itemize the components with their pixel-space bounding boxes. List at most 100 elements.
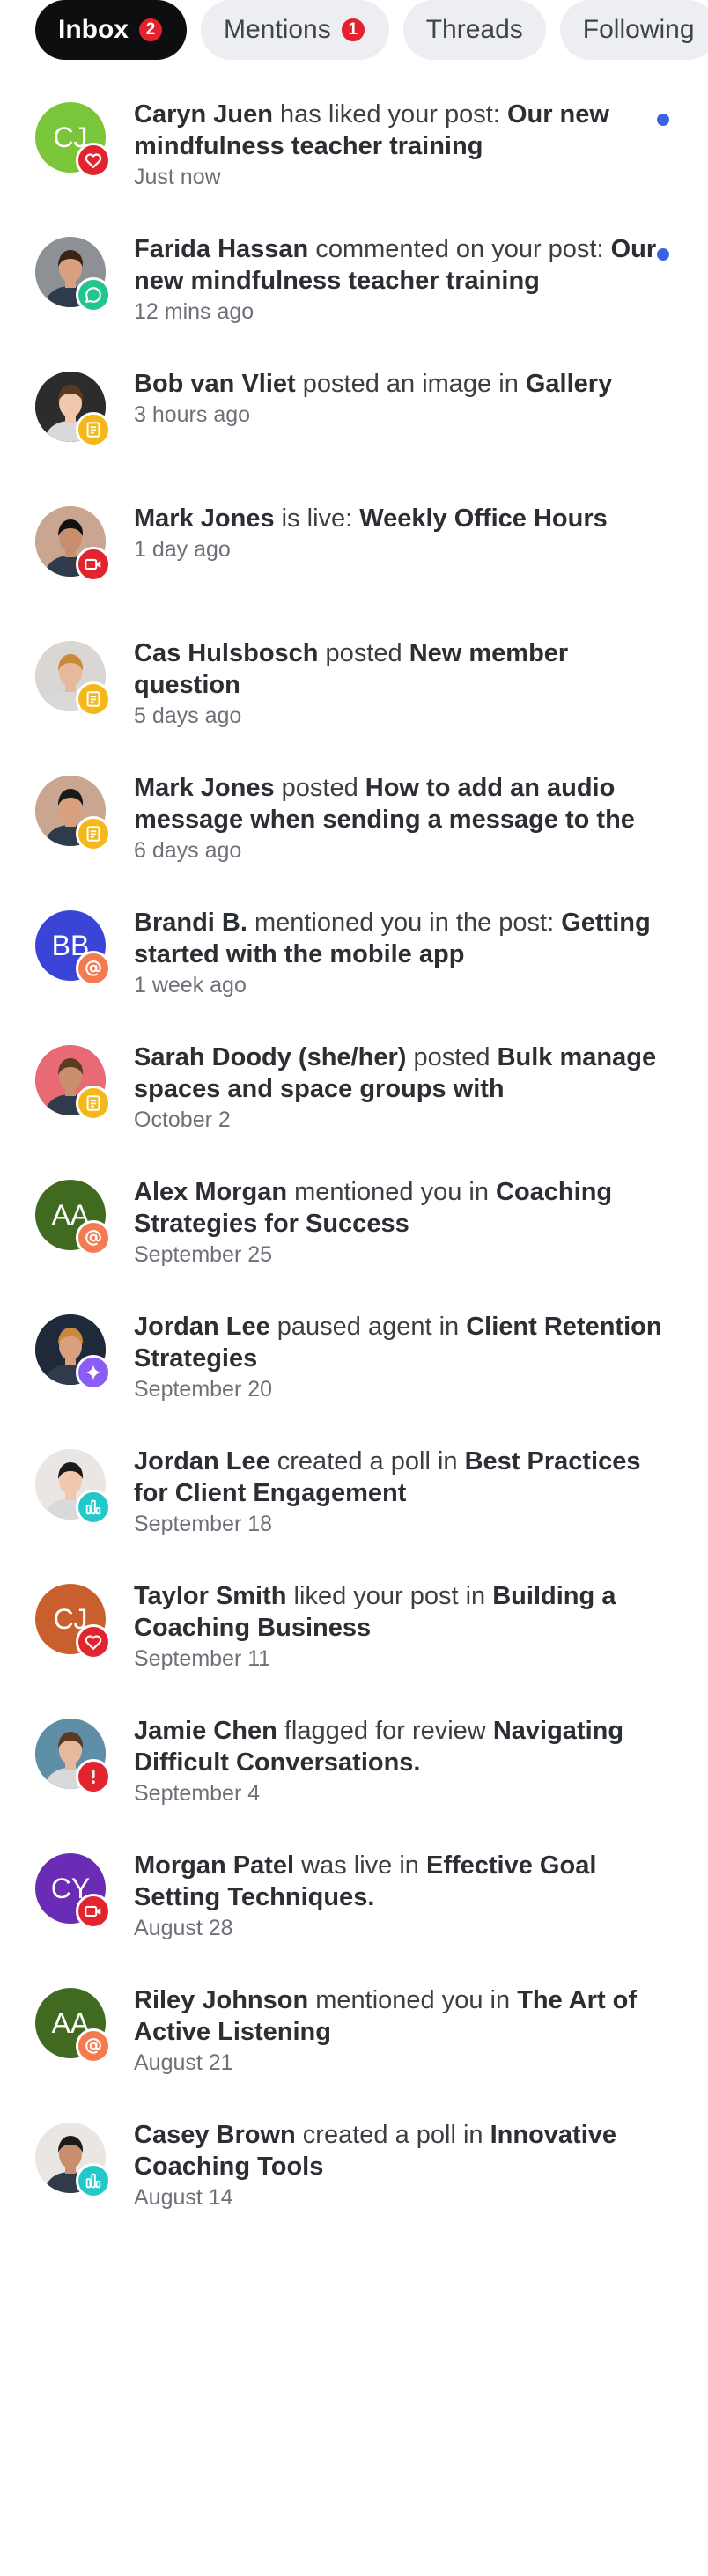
notification-content: Alex Morgan mentioned you in Coaching St… — [134, 1176, 671, 1269]
notification-content: Bob van Vliet posted an image in Gallery… — [134, 368, 671, 429]
heart-icon — [76, 1624, 111, 1660]
actor-name[interactable]: Casey Brown — [134, 2121, 296, 2149]
actor-name[interactable]: Farida Hassan — [134, 235, 308, 263]
poll-icon — [76, 2163, 111, 2198]
timestamp: August 21 — [134, 2050, 233, 2075]
tab-label: Following — [582, 15, 695, 44]
notification-text: Morgan Patel was live in Effective Goal … — [134, 1850, 671, 1913]
tab-label: Mentions — [224, 15, 331, 44]
notification-item[interactable]: CJ Caryn Juen has liked your post: Our ne… — [0, 86, 708, 221]
timestamp: August 28 — [134, 1916, 233, 1940]
notification-item[interactable]: Mark Jones is live: Weekly Office Hours 1… — [0, 490, 708, 625]
timestamp: 1 day ago — [134, 537, 231, 562]
notification-text: Mark Jones is live: Weekly Office Hours — [134, 503, 671, 534]
notification-content: Mark Jones posted How to add an audio me… — [134, 772, 671, 865]
notification-content: Riley Johnson mentioned you in The Art o… — [134, 1984, 671, 2077]
notification-item[interactable]: AA Alex Morgan mentioned you in Coaching … — [0, 1164, 708, 1299]
action-text: mentioned you in — [287, 1178, 497, 1206]
notification-item[interactable]: BB Brandi B. mentioned you in the post: G… — [0, 894, 708, 1029]
actor-name[interactable]: Jordan Lee — [134, 1447, 270, 1476]
notification-item[interactable]: CJ Taylor Smith liked your post in Buildi… — [0, 1568, 708, 1703]
tab-label: Threads — [425, 15, 523, 44]
action-text: has liked your post: — [272, 100, 507, 129]
avatar-wrapper: CJ — [35, 102, 111, 178]
notification-text: Sarah Doody (she/her) posted Bulk manage… — [134, 1041, 671, 1105]
avatar-wrapper — [35, 1045, 111, 1121]
notification-tabs: Inbox 2 Mentions 1 Threads Following — [35, 0, 708, 60]
notification-item[interactable]: Casey Brown created a poll in Innovative… — [0, 2107, 708, 2241]
notification-item[interactable]: Mark Jones posted How to add an audio me… — [0, 760, 708, 894]
actor-name[interactable]: Morgan Patel — [134, 1851, 294, 1880]
target-title[interactable]: Weekly Office Hours — [359, 504, 608, 533]
avatar-wrapper: CJ — [35, 1584, 111, 1660]
notification-item[interactable]: CY Morgan Patel was live in Effective Goa… — [0, 1837, 708, 1972]
timestamp: 5 days ago — [134, 703, 242, 728]
action-text: mentioned you in the post: — [247, 909, 562, 937]
actor-name[interactable]: Mark Jones — [134, 504, 275, 533]
notification-item[interactable]: Sarah Doody (she/her) posted Bulk manage… — [0, 1029, 708, 1164]
notification-text: Cas Hulsbosch posted New member question — [134, 637, 671, 701]
avatar-wrapper — [35, 776, 111, 851]
action-text: created a poll in — [269, 1447, 465, 1476]
unread-count-badge: 2 — [137, 17, 164, 43]
avatar-wrapper: AA — [35, 1988, 111, 2064]
alert-icon — [76, 1759, 111, 1794]
actor-name[interactable]: Sarah Doody (she/her) — [134, 1043, 406, 1071]
notification-item[interactable]: Jordan Lee created a poll in Best Practi… — [0, 1433, 708, 1568]
notification-item[interactable]: Jamie Chen flagged for review Navigating… — [0, 1703, 708, 1837]
action-text: commented on your post: — [308, 235, 611, 263]
timestamp: August 14 — [134, 2185, 233, 2210]
notification-text: Jamie Chen flagged for review Navigating… — [134, 1715, 671, 1778]
notification-list: CJ Caryn Juen has liked your post: Our ne… — [0, 86, 708, 2241]
notification-text: Jordan Lee created a poll in Best Practi… — [134, 1446, 671, 1509]
unread-indicator — [657, 248, 669, 261]
tab-inbox[interactable]: Inbox 2 — [35, 0, 187, 60]
heart-icon — [76, 143, 111, 178]
actor-name[interactable]: Taylor Smith — [134, 1582, 287, 1610]
video-icon — [76, 547, 111, 582]
notification-item[interactable]: AA Riley Johnson mentioned you in The Art… — [0, 1972, 708, 2107]
action-text: posted — [318, 639, 409, 667]
notification-text: Farida Hassan commented on your post: Ou… — [134, 233, 671, 297]
action-text: flagged for review — [277, 1717, 493, 1745]
action-text: created a poll in — [295, 2121, 490, 2149]
tab-threads[interactable]: Threads — [402, 0, 546, 60]
tab-following[interactable]: Following — [559, 0, 708, 60]
at-icon — [76, 1220, 111, 1255]
actor-name[interactable]: Jamie Chen — [134, 1717, 277, 1745]
avatar-wrapper — [35, 2123, 111, 2198]
avatar-wrapper — [35, 372, 111, 447]
actor-name[interactable]: Cas Hulsbosch — [134, 639, 319, 667]
notification-item[interactable]: Farida Hassan commented on your post: Ou… — [0, 221, 708, 356]
actor-name[interactable]: Mark Jones — [134, 774, 275, 802]
notification-item[interactable]: Jordan Lee paused agent in Client Retent… — [0, 1299, 708, 1433]
notification-item[interactable]: Bob van Vliet posted an image in Gallery… — [0, 356, 708, 490]
actor-name[interactable]: Bob van Vliet — [134, 370, 296, 398]
post-icon — [76, 412, 111, 447]
notification-text: Mark Jones posted How to add an audio me… — [134, 772, 671, 835]
actor-name[interactable]: Alex Morgan — [134, 1178, 287, 1206]
actor-name[interactable]: Jordan Lee — [134, 1313, 270, 1341]
actor-name[interactable]: Riley Johnson — [134, 1986, 308, 2014]
actor-name[interactable]: Brandi B. — [134, 909, 247, 937]
action-text: was live in — [294, 1851, 426, 1880]
timestamp: October 2 — [134, 1108, 231, 1132]
action-text: liked your post in — [286, 1582, 493, 1610]
notification-content: Jordan Lee created a poll in Best Practi… — [134, 1446, 671, 1538]
timestamp: September 18 — [134, 1512, 273, 1536]
avatar-wrapper: BB — [35, 910, 111, 986]
notification-content: Casey Brown created a poll in Innovative… — [134, 2119, 671, 2212]
action-text: posted an image in — [295, 370, 526, 398]
target-title[interactable]: Gallery — [526, 370, 612, 398]
notification-item[interactable]: Cas Hulsbosch posted New member question… — [0, 625, 708, 760]
timestamp: September 20 — [134, 1377, 273, 1402]
notification-content: Caryn Juen has liked your post: Our new … — [134, 99, 671, 191]
unread-indicator — [657, 114, 669, 126]
notification-text: Bob van Vliet posted an image in Gallery — [134, 368, 671, 400]
timestamp: September 25 — [134, 1242, 273, 1267]
timestamp: September 4 — [134, 1781, 261, 1806]
tab-mentions[interactable]: Mentions 1 — [201, 0, 389, 60]
avatar-wrapper — [35, 506, 111, 582]
actor-name[interactable]: Caryn Juen — [134, 100, 273, 129]
notification-text: Taylor Smith liked your post in Building… — [134, 1580, 671, 1644]
